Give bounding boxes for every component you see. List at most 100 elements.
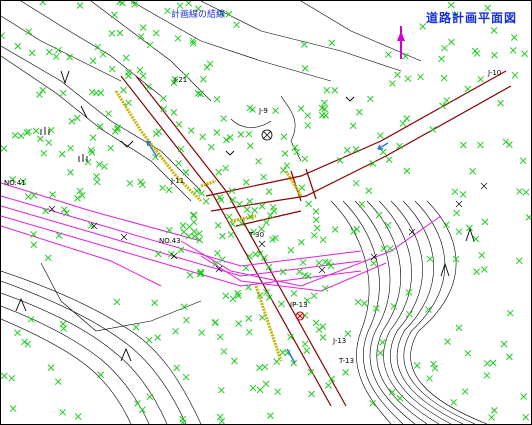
survey-point	[525, 214, 531, 221]
survey-point	[175, 159, 182, 167]
survey-point	[280, 133, 288, 141]
survey-point	[182, 169, 190, 176]
survey-point	[450, 399, 458, 406]
survey-point	[1, 372, 8, 380]
survey-point	[491, 51, 498, 59]
survey-points	[1, 1, 531, 424]
label-no41: NO.41	[4, 179, 26, 187]
survey-point	[144, 83, 152, 91]
survey-point	[515, 257, 523, 265]
label-j21: J-21	[174, 76, 188, 84]
survey-point	[461, 388, 469, 395]
survey-point	[14, 329, 21, 337]
survey-point	[419, 23, 426, 30]
survey-point	[497, 99, 504, 107]
survey-point	[328, 39, 336, 47]
survey-point	[93, 178, 101, 186]
survey-point	[187, 127, 195, 134]
survey-point	[36, 91, 43, 99]
survey-point	[217, 196, 225, 204]
survey-point	[52, 53, 60, 61]
survey-point	[361, 299, 368, 307]
survey-point	[174, 34, 182, 42]
survey-point	[45, 139, 53, 147]
survey-point	[200, 75, 207, 83]
lower-terrain-lines	[1, 262, 202, 424]
survey-point	[478, 251, 486, 259]
survey-point	[269, 203, 277, 211]
survey-point	[310, 232, 318, 239]
survey-point	[214, 249, 221, 257]
survey-point	[89, 57, 97, 65]
survey-point	[216, 413, 224, 421]
survey-point	[9, 405, 17, 412]
survey-point	[17, 132, 25, 140]
survey-point	[464, 85, 472, 93]
contour-line	[396, 200, 464, 424]
label-t30: T-30	[249, 231, 265, 239]
survey-point	[272, 107, 279, 114]
survey-point	[426, 375, 433, 382]
survey-point	[483, 360, 491, 367]
survey-point	[126, 179, 134, 187]
survey-point	[506, 353, 513, 361]
survey-point	[30, 241, 38, 249]
survey-point	[304, 112, 312, 119]
survey-point	[260, 173, 267, 181]
survey-point	[509, 47, 517, 54]
survey-point	[406, 310, 413, 318]
survey-point	[58, 150, 66, 158]
contour-line	[378, 200, 440, 424]
survey-point	[213, 95, 221, 103]
label-t13: T-13	[339, 357, 355, 365]
survey-point	[500, 340, 508, 348]
survey-point	[180, 228, 188, 236]
survey-point	[1, 145, 8, 152]
survey-point	[68, 117, 76, 125]
manhole-symbol	[261, 129, 273, 141]
label-j10: J-10	[488, 69, 502, 77]
survey-point	[274, 388, 282, 395]
survey-point	[506, 141, 513, 148]
survey-point	[146, 393, 154, 401]
plan-map-canvas[interactable]: 計画線の結線 道路計画平面図 J-21 J-9 J-10 J-11 T-30 N…	[0, 0, 532, 425]
survey-point	[287, 246, 295, 254]
survey-point	[24, 340, 32, 348]
survey-point	[222, 164, 229, 172]
survey-point	[233, 21, 240, 29]
survey-point	[139, 72, 147, 80]
survey-point	[107, 144, 115, 152]
survey-point	[225, 213, 233, 221]
survey-point	[245, 315, 253, 322]
survey-point	[246, 198, 254, 205]
survey-point	[315, 259, 323, 267]
survey-point	[214, 222, 222, 229]
survey-point	[265, 188, 273, 195]
survey-point	[301, 155, 309, 163]
survey-point	[74, 413, 82, 420]
survey-point	[399, 120, 407, 127]
survey-point	[349, 122, 357, 130]
survey-point	[235, 320, 242, 327]
survey-point	[331, 226, 339, 233]
survey-point	[165, 186, 173, 194]
survey-point	[375, 211, 383, 219]
survey-point	[355, 108, 363, 116]
survey-point	[120, 86, 127, 94]
survey-point	[137, 178, 144, 186]
survey-point	[220, 115, 228, 122]
survey-point	[490, 407, 498, 414]
survey-point	[186, 223, 193, 231]
survey-point	[245, 130, 253, 138]
survey-point	[105, 110, 112, 118]
survey-point	[379, 148, 387, 156]
survey-point	[185, 1, 192, 7]
survey-point	[14, 42, 22, 50]
label-j9: J-9	[259, 107, 268, 115]
survey-point	[429, 126, 437, 133]
survey-point	[154, 334, 161, 341]
survey-point	[202, 197, 210, 205]
survey-point	[220, 348, 228, 355]
survey-point	[413, 362, 421, 369]
survey-point	[179, 222, 187, 229]
